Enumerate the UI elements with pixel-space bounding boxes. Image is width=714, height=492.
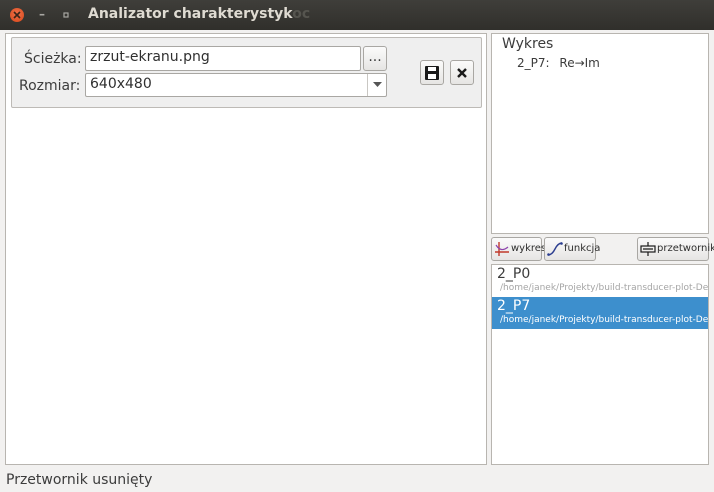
window-title-text: Analizator charakterystyk: [88, 6, 293, 22]
add-transducer-label: przetwornik: [657, 243, 714, 254]
window-minimize-button[interactable]: –: [35, 8, 49, 22]
window-close-button[interactable]: [10, 8, 24, 22]
transducer-name: 2_P0: [497, 266, 531, 282]
browse-button[interactable]: ...: [363, 46, 387, 71]
size-label: Rozmiar:: [19, 78, 81, 94]
transducer-path: /home/janek/Projekty/build-transducer-pl…: [500, 283, 709, 293]
add-chart-button[interactable]: wykres: [491, 237, 546, 261]
title-bar: – Analizator charakterystykoc: [0, 0, 714, 30]
add-function-button[interactable]: funkcja: [544, 237, 600, 261]
size-value: 640x480: [90, 76, 152, 92]
chevron-down-icon: [373, 82, 382, 87]
function-curve-icon: [547, 242, 563, 256]
window-maximize-button[interactable]: [59, 8, 73, 22]
chart-axes-icon: [495, 242, 509, 256]
transducer-list: 2_P0 /home/janek/Projekty/build-transduc…: [491, 264, 709, 465]
size-combobox[interactable]: 640x480: [85, 73, 387, 97]
transducer-path: /home/janek/Projekty/build-transducer-pl…: [500, 315, 709, 325]
transducer-name: 2_P7: [497, 298, 531, 314]
window-title: Analizator charakterystykoc: [88, 6, 310, 22]
save-image-panel: Ścieżka: zrzut-ekranu.png ... Rozmiar: 6…: [11, 37, 482, 108]
chart-canvas-area: Ścieżka: zrzut-ekranu.png ... Rozmiar: 6…: [5, 33, 487, 465]
transducer-list-item-selected[interactable]: 2_P7 /home/janek/Projekty/build-transduc…: [492, 297, 708, 329]
close-panel-button[interactable]: [450, 60, 474, 85]
add-transducer-button[interactable]: przetwornik: [637, 237, 714, 261]
transducer-list-item[interactable]: 2_P0 /home/janek/Projekty/build-transduc…: [492, 265, 708, 297]
chart-tree-view: Wykres 2_P7: Re→Im: [491, 33, 709, 234]
floppy-disk-icon: [425, 66, 439, 80]
combo-dropdown-arrow[interactable]: [367, 74, 386, 96]
transducer-icon: [640, 242, 656, 256]
window-title-overflow: oc: [292, 6, 311, 22]
tree-root-item[interactable]: Wykres: [502, 36, 553, 52]
save-button[interactable]: [420, 60, 444, 85]
close-x-icon: [13, 11, 21, 19]
tree-child-value: Re→Im: [559, 56, 600, 70]
status-message: Przetwornik usunięty: [6, 472, 153, 488]
path-input[interactable]: zrzut-ekranu.png: [85, 46, 361, 71]
tree-child-id: 2_P7:: [517, 56, 550, 70]
close-icon: [457, 68, 467, 78]
maximize-icon: [63, 12, 69, 18]
path-label: Ścieżka:: [24, 51, 82, 67]
add-chart-label: wykres: [511, 243, 547, 254]
add-function-label: funkcja: [564, 243, 601, 254]
tree-child-item[interactable]: 2_P7: Re→Im: [517, 56, 600, 70]
